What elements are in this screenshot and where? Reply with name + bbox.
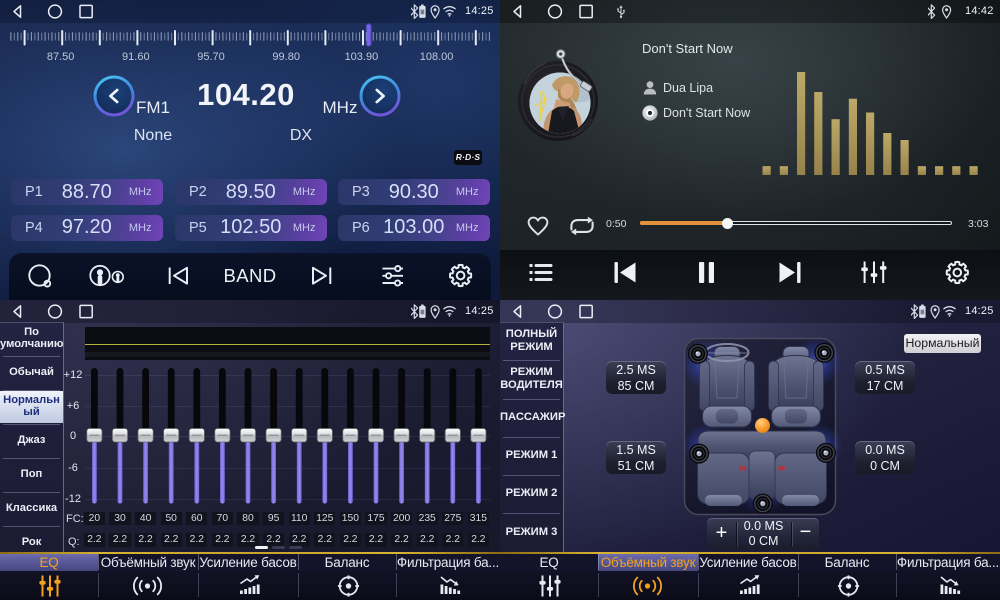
svg-text:BAND: BAND [224, 265, 277, 286]
svg-text:99.80: 99.80 [272, 51, 300, 63]
svg-text:95.70: 95.70 [197, 51, 225, 63]
svg-text:108.00: 108.00 [420, 51, 454, 63]
svg-text:103.90: 103.90 [345, 51, 379, 63]
svg-text:87.50: 87.50 [47, 51, 75, 63]
svg-text:91.60: 91.60 [122, 51, 150, 63]
